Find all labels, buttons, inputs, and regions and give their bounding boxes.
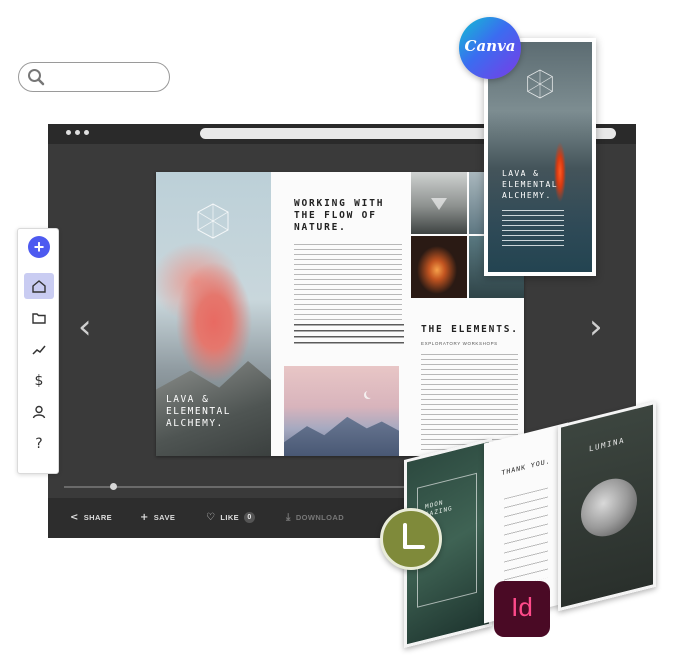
save-label: SAVE [153,513,176,522]
timeline-handle[interactable] [110,483,117,490]
section-title: THE ELEMENTS. [421,324,519,335]
spread-heading: WORKING WITH THE FLOW OF NATURE. [294,198,385,233]
card-text-block [502,210,564,250]
moon-illustration [581,472,637,543]
folder-icon[interactable] [30,309,48,327]
spread-left-caption: LAVA & ELEMENTAL ALCHEMY. [166,394,231,429]
next-page-arrow-icon[interactable]: › [589,310,603,344]
share-button[interactable]: < SHARE [70,512,112,523]
add-button[interactable]: + [28,236,50,258]
fire-photo [411,236,467,298]
previous-page-arrow-icon[interactable]: ‹ [78,310,92,344]
save-button[interactable]: + SAVE [140,512,175,523]
page-timeline[interactable] [64,486,444,488]
plus-icon: + [140,512,149,523]
user-icon[interactable] [30,403,48,421]
mountain-photo [284,366,399,456]
brochure-panel-lumina: LUMINA [558,400,656,612]
dollar-icon[interactable]: $ [30,372,48,390]
section-kicker: EXPLORATORY WORKSHOPS [421,341,498,346]
canva-logo-icon: Canva [459,17,521,79]
magazine-spread: LAVA & ELEMENTAL ALCHEMY. WORKING WITH T… [156,172,524,456]
download-icon: ⤓ [286,512,291,523]
home-icon [32,280,46,293]
share-label: SHARE [83,513,113,522]
question-icon[interactable]: ? [30,435,48,453]
share-icon: < [70,512,79,523]
card-caption: LAVA & ELEMENTAL ALCHEMY. [502,169,558,200]
search-icon [28,69,45,86]
trend-icon[interactable] [30,341,48,359]
like-button[interactable]: ♡ LIKE 0 [206,512,256,523]
like-count-badge: 0 [244,512,256,523]
smoke-photo: LAVA & ELEMENTAL ALCHEMY. [156,172,271,456]
like-label: LIKE [220,513,240,522]
lava-photo: LAVA & ELEMENTAL ALCHEMY. [488,42,592,272]
download-button[interactable]: ⤓ DOWNLOAD [286,512,344,523]
body-text-block [294,244,402,322]
window-dots [66,130,89,135]
hexagon-logo-icon [197,203,229,239]
fog-photo [411,172,467,234]
side-toolbar: + $ ? [17,228,59,474]
heart-icon: ♡ [206,512,216,523]
hexagon-logo-icon [527,69,553,99]
download-label: DOWNLOAD [295,513,345,522]
indesign-logo-icon: Id [494,581,550,637]
pull-quote-block [294,324,404,346]
home-button[interactable] [24,273,54,299]
clock-icon [380,508,442,570]
search-input[interactable] [18,62,170,92]
